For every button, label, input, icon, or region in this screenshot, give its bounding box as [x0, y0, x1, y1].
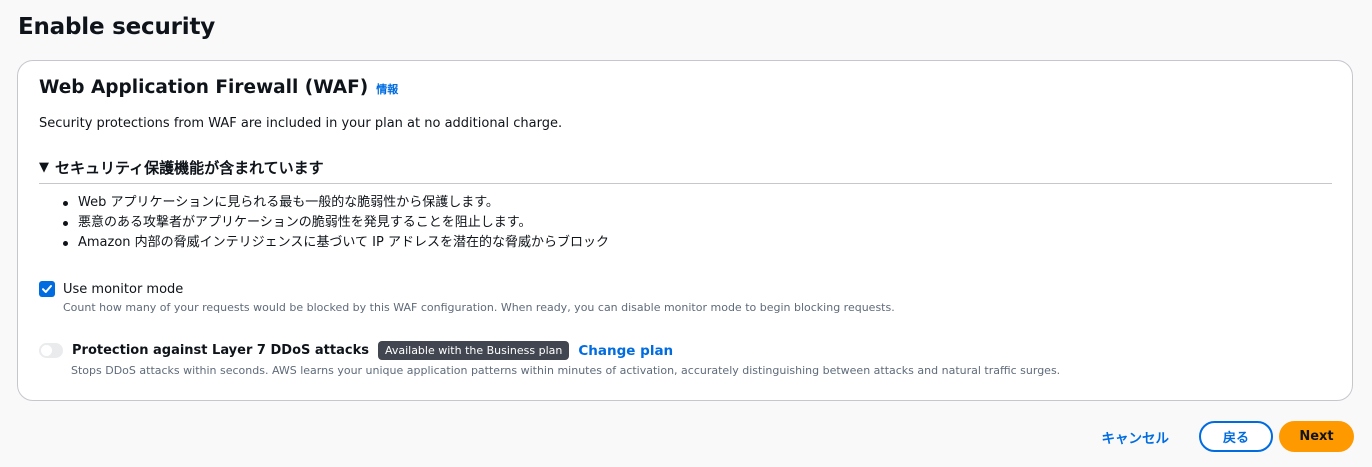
monitor-mode-checkbox[interactable]	[39, 281, 55, 297]
feature-list: Web アプリケーションに見られる最も一般的な脆弱性から保護します。 悪意のある…	[63, 193, 609, 253]
ddos-protection-description: Stops DDoS attacks within seconds. AWS l…	[71, 364, 1061, 377]
list-item: 悪意のある攻撃者がアプリケーションの脆弱性を発見することを阻止します。	[63, 213, 609, 233]
ddos-protection-toggle[interactable]	[39, 343, 63, 358]
checkmark-icon	[42, 285, 52, 293]
change-plan-link[interactable]: Change plan	[578, 343, 673, 359]
page-title: Enable security	[18, 14, 216, 40]
caret-down-icon: ▼	[39, 160, 49, 175]
info-link[interactable]: 情報	[376, 81, 398, 97]
expander-label: セキュリティ保護機能が含まれています	[55, 159, 324, 177]
plan-badge: Available with the Business plan	[377, 341, 570, 360]
list-item: Amazon 内部の脅威インテリジェンスに基づいて IP アドレスを潜在的な脅威…	[63, 233, 609, 253]
cancel-button[interactable]: キャンセル	[1102, 427, 1170, 447]
monitor-mode-label: Use monitor mode	[63, 281, 184, 297]
waf-header: Web Application Firewall (WAF) 情報	[39, 77, 398, 98]
waf-description: Security protections from WAF are includ…	[39, 116, 563, 131]
ddos-protection-row: Protection against Layer 7 DDoS attacks …	[39, 341, 673, 360]
wizard-actions: キャンセル 戻る Next	[1102, 421, 1354, 452]
waf-panel: Web Application Firewall (WAF) 情報 Securi…	[17, 60, 1353, 401]
next-button[interactable]: Next	[1279, 421, 1354, 452]
monitor-mode-row: Use monitor mode	[39, 281, 183, 297]
waf-title: Web Application Firewall (WAF)	[39, 77, 369, 98]
security-features-expander[interactable]: ▼ セキュリティ保護機能が含まれています	[39, 158, 1332, 184]
ddos-protection-label: Protection against Layer 7 DDoS attacks	[72, 343, 369, 358]
monitor-mode-description: Count how many of your requests would be…	[63, 301, 895, 314]
back-button[interactable]: 戻る	[1199, 421, 1273, 452]
list-item: Web アプリケーションに見られる最も一般的な脆弱性から保護します。	[63, 193, 609, 213]
